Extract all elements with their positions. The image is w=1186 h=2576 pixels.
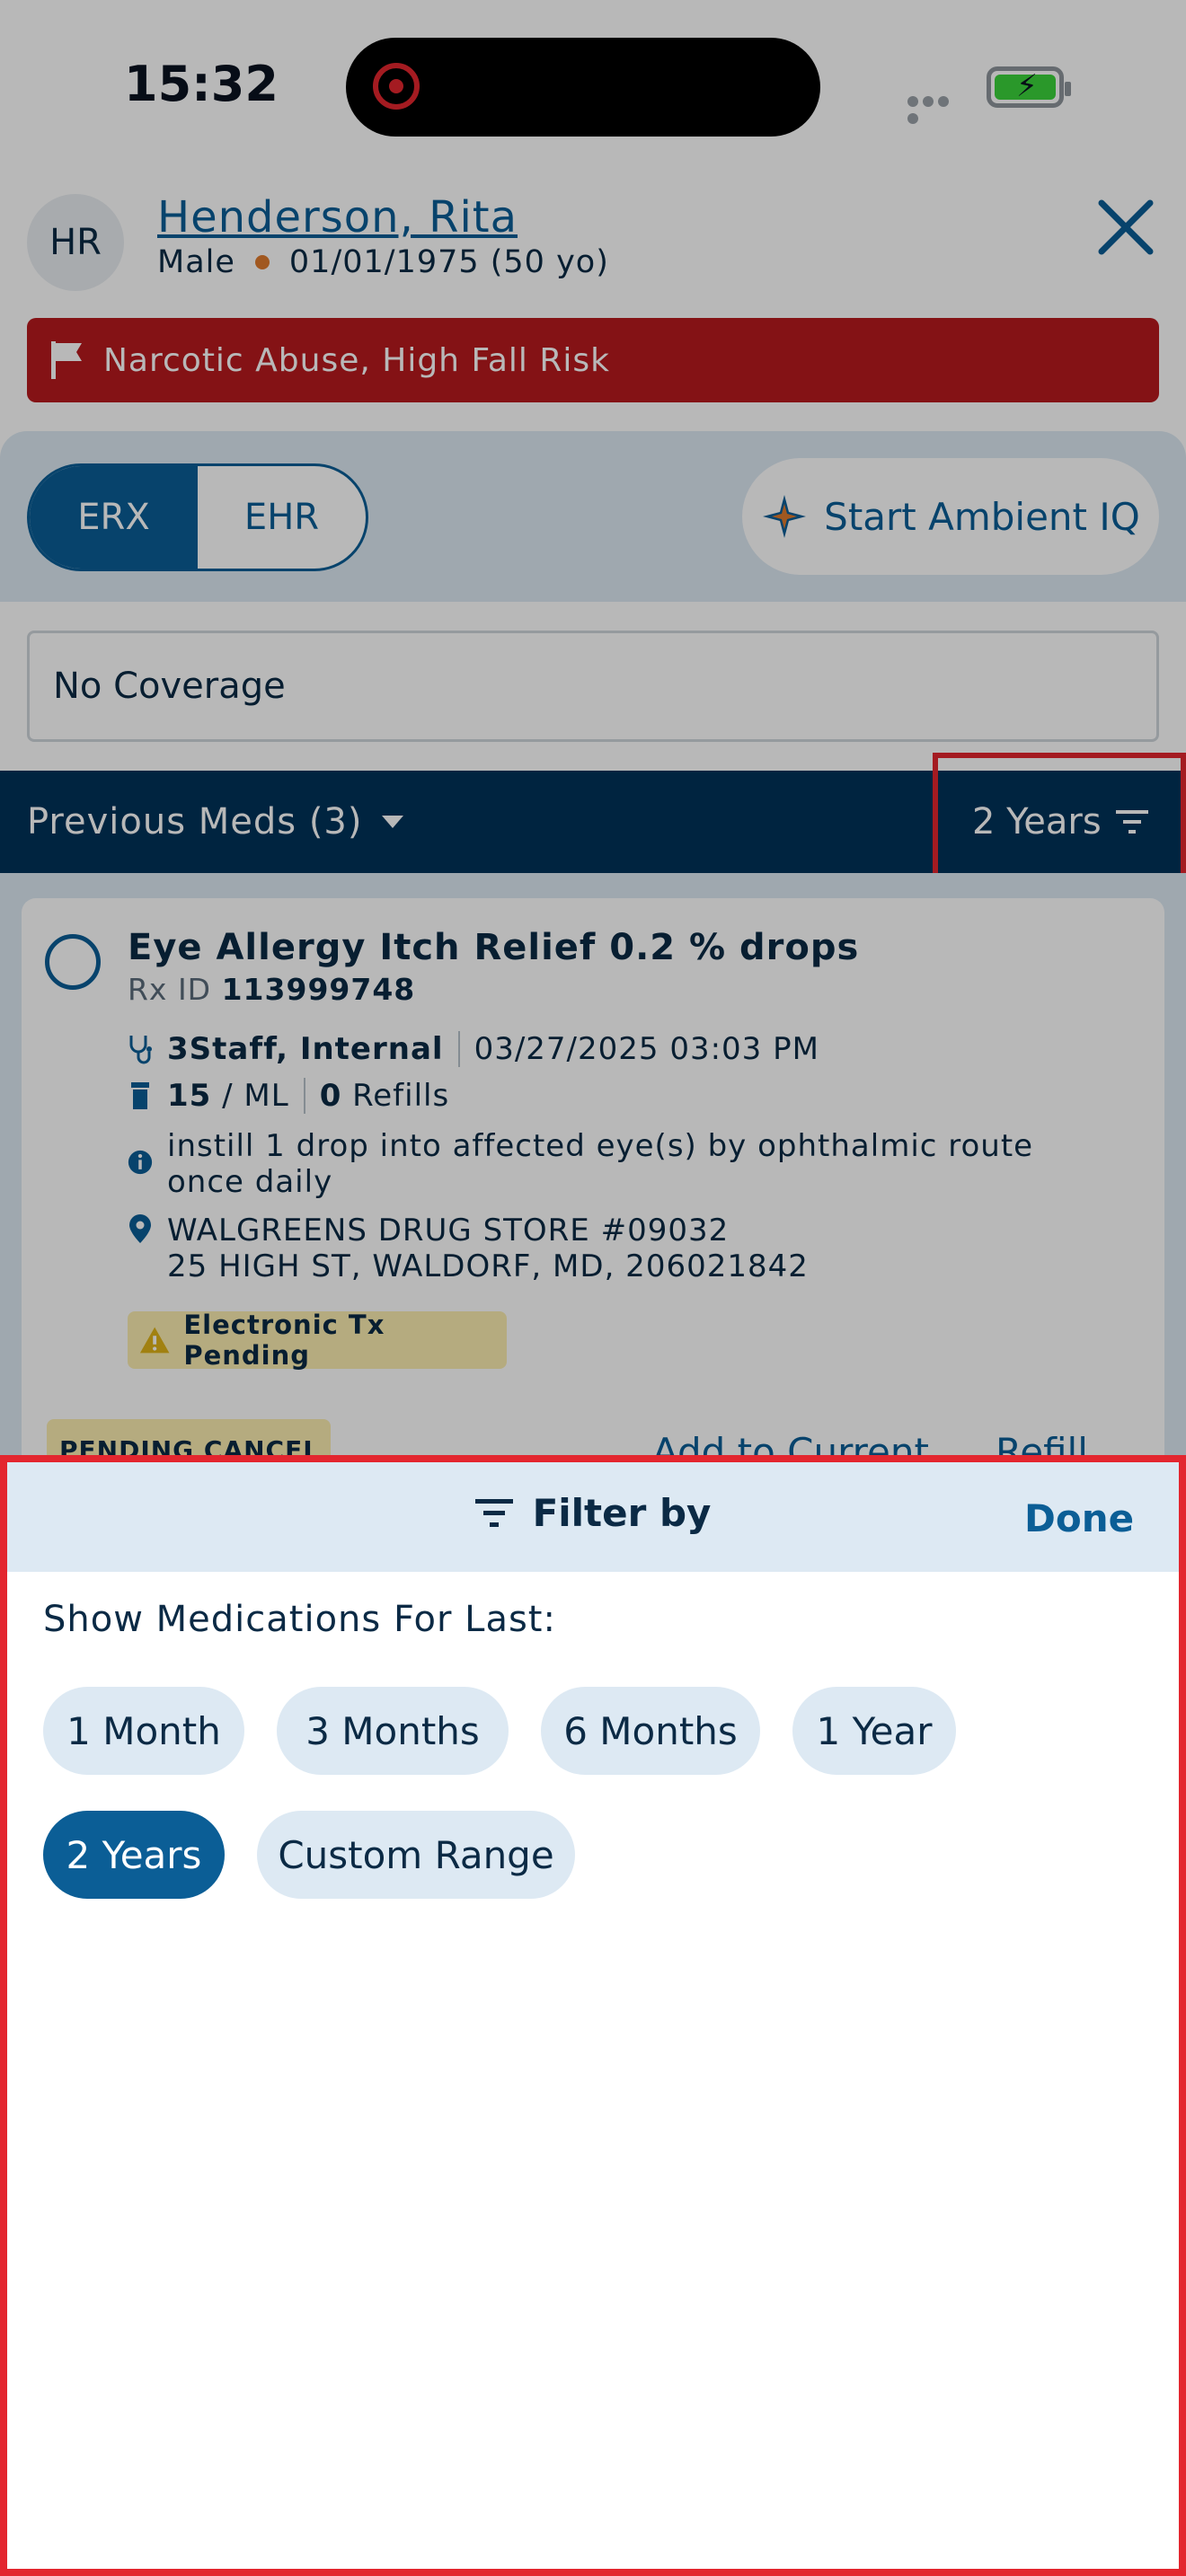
app-screen: 15:32 ⚡ HR Henderson, Rita Male 01/01/19… [0,0,1186,2576]
highlight-filter-sheet [0,1455,1186,2576]
modal-backdrop[interactable] [0,0,1186,1466]
